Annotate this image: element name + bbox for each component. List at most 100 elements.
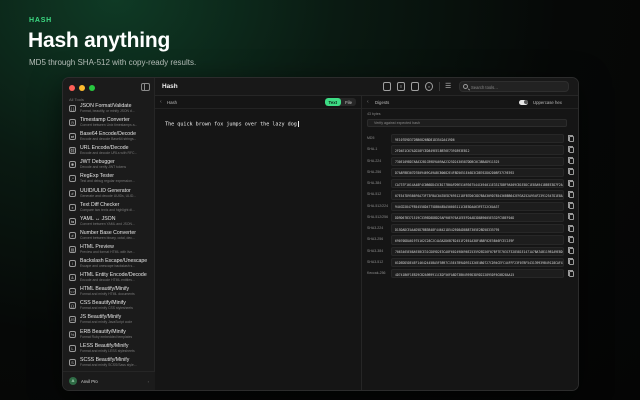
hash-value-field[interactable]: 01DEDD5DE4EF14642445BA5F5B97C15E47B9AD93… (391, 257, 564, 268)
hash-value-field[interactable]: 944CD2847FB54558D4775DB0485A50003111C8E5… (391, 201, 564, 211)
sidebar-tool-item[interactable]: JS JS Beautify/Minify Format and minify Ja… (67, 313, 153, 327)
tool-description: Encode and decode Base64 strings... (80, 137, 137, 142)
copy-icon[interactable] (568, 134, 574, 142)
hash-value-field[interactable]: D7A8FBB307D7809469CA9ABCB0082E4F8D5651E4… (391, 167, 564, 178)
sidebar: All Tools { } JSON Format/Validate Format,… (63, 78, 155, 390)
page-title: Hash (162, 83, 178, 90)
chevron-left-icon[interactable]: ‹ (160, 99, 162, 105)
tool-icon: ✱ (69, 161, 76, 169)
tool-description: Encode and decode URLs with RFC... (80, 151, 138, 156)
copy-icon[interactable] (568, 145, 574, 153)
tool-description: Compare two texts and highlight di... (80, 207, 135, 212)
hash-value-field[interactable]: DD9D67B371519C339ED8DBD25AF90E976A1EEEFD… (391, 212, 564, 223)
folder-icon[interactable] (411, 82, 419, 91)
hash-value-field[interactable]: D15DADCEAA4D5D7BB3B48F446421D542E08AD888… (391, 224, 564, 234)
tool-icon: # (69, 189, 76, 197)
sidebar-tool-item[interactable]: % ERB Beautify/Minify Format Ruby embedded… (67, 328, 153, 342)
sidebar-tool-item[interactable]: ⇄ Base64 Encode/Decode Encode and decode B… (67, 130, 153, 144)
sidebar-tool-item[interactable]: {} CSS Beautify/Minify Format and minify C… (67, 299, 153, 313)
hash-value: 7063465E08A93BCE31CD89D2E3CA8F602498696E… (395, 250, 564, 255)
sidebar-tool-item[interactable]: S SCSS Beautify/Minify Format and minify S… (67, 356, 153, 370)
tool-icon: # (69, 231, 76, 239)
sidebar-tool-item[interactable]: ⇆ YAML ↔ JSON Convert between YAML and JSO… (67, 215, 153, 229)
uppercase-toggle[interactable] (519, 99, 528, 105)
sidebar-toggle-icon[interactable] (141, 83, 150, 91)
copy-icon[interactable] (568, 224, 574, 232)
tool-text: CSS Beautify/Minify Format and minify CSS… (80, 300, 133, 310)
copy-icon[interactable] (568, 258, 574, 266)
verify-input[interactable] (367, 119, 567, 127)
hash-value: 07E547D9586F6A73F73FBAC0435ED76951218FB7… (395, 193, 563, 198)
mode-text-button[interactable]: Text (324, 98, 342, 106)
output-label: Digests (375, 100, 390, 105)
algorithm-label: SHA-512 (367, 192, 382, 197)
tool-text: JS Beautify/Minify Format and minify Java… (80, 314, 132, 324)
search-input[interactable] (471, 83, 566, 91)
sidebar-tool-item[interactable]: .* RegExp Tester Test and debug regular ex… (67, 172, 153, 186)
tool-text: Backslash Escape/Unescape Escape and unes… (80, 258, 147, 268)
tool-icon: ± (69, 203, 76, 211)
copy-icon[interactable] (568, 168, 574, 176)
sidebar-tool-item[interactable]: L LESS Beautify/Minify Format and minify L… (67, 342, 153, 356)
algorithm-label: SHA3-384 (367, 248, 384, 253)
hash-value-field[interactable]: 2FD4E1C67A2D28FCED849EE1BB76E7391B93EB12 (391, 145, 564, 155)
sidebar-tool-item[interactable]: # UUID/ULID Generator Generate and decode … (67, 187, 153, 201)
hash-row: SHA-1 2FD4E1C67A2D28FCED849EE1BB76E7391B9… (367, 144, 574, 155)
copy-icon[interactable] (568, 213, 574, 221)
hash-value-field[interactable]: 730E109BD7A8A32B1CB9D9A09AA2325D2430587D… (391, 156, 564, 166)
zoom-window-button[interactable] (89, 85, 95, 91)
chevron-left-icon[interactable]: ‹ (367, 99, 369, 105)
tool-icon: ◷ (69, 119, 76, 127)
sidebar-tool-item[interactable]: \ Backslash Escape/Unescape Escape and une… (67, 257, 153, 271)
close-window-button[interactable] (69, 85, 75, 91)
copy-icon[interactable] (568, 157, 574, 164)
hash-value: 2FD4E1C67A2D28FCED849EE1BB76E7391B93EB12 (395, 148, 470, 153)
sidebar-tool-item[interactable]: <> HTML Beautify/Minify Format and minify … (67, 285, 153, 299)
hash-value-field[interactable]: 07E547D9586F6A73F73FBAC0435ED76951218FB7… (391, 190, 564, 200)
sidebar-tool-item[interactable]: & HTML Entity Encode/Decode Encode and dec… (67, 271, 153, 285)
hash-value-field[interactable]: 69070DDA01975162C28C2C4A3A2D6B7B2451F2E6… (391, 235, 564, 245)
copy-icon[interactable] (568, 179, 574, 187)
algorithm-label: Keccak-256 (367, 271, 386, 276)
copy-icon[interactable] (568, 202, 574, 209)
tool-description: Decode and verify JWT tokens (80, 165, 127, 170)
copy-icon[interactable] (568, 269, 574, 277)
user-bar[interactable]: A Anvil Pro › (63, 371, 155, 390)
minimize-window-button[interactable] (79, 85, 85, 91)
sidebar-tool-item[interactable]: ⛓ URL Encode/Decode Encode and decode URLs… (67, 144, 153, 158)
mode-file-button[interactable]: File (341, 98, 356, 106)
sidebar-tool-item[interactable]: # Number Base Converter Convert between bi… (67, 229, 153, 243)
list-icon[interactable]: ☰ (445, 82, 451, 91)
tool-text: SCSS Beautify/Minify Format and minify SC… (80, 357, 137, 367)
tool-description: Encode and decode HTML entities... (80, 278, 135, 283)
input-value: The quick brown fox jumps over the lazy … (165, 121, 297, 128)
copy-icon[interactable] (568, 235, 574, 243)
copy-icon[interactable] (568, 247, 574, 254)
tool-icon: \ (69, 260, 76, 268)
sidebar-tool-item[interactable]: ✱ JWT Debugger Decode and verify JWT token… (67, 158, 153, 172)
hash-value-field[interactable]: 7063465E08A93BCE31CD89D2E3CA8F602498696E… (391, 246, 564, 256)
tool-description: Format and minify HTML documents (80, 292, 135, 297)
sidebar-tool-item[interactable]: { } JSON Format/Validate Format, beautify,… (67, 102, 153, 116)
sidebar-tool-item[interactable]: ▤ HTML Preview Preview and format HTML wit… (67, 243, 153, 257)
sidebar-tool-item[interactable]: ± Text Diff Checker Compare two texts and … (67, 201, 153, 215)
copy-icon[interactable] (568, 190, 574, 198)
hash-value-field[interactable]: CA737F1014A48F4C0B6DD43CB177B0AFD9E51693… (391, 179, 564, 189)
hash-value-field[interactable]: 4D741B6F1EB29CB2A9B9911C82F56FA8D73B0495… (391, 269, 564, 279)
tool-description: Convert between binary, octal, dec... (80, 235, 135, 240)
document-icon[interactable]: ≡ (397, 82, 405, 91)
mode-switch: Text File (324, 98, 356, 106)
input-editor[interactable]: The quick brown fox jumps over the lazy … (165, 121, 299, 128)
sidebar-tool-item[interactable]: ◷ Timestamp Converter Convert between Unix… (67, 116, 153, 130)
tool-description: Format and minify CSS stylesheets (80, 306, 133, 311)
tool-text: URL Encode/Decode Encode and decode URLs … (80, 145, 137, 155)
tool-text: LESS Beautify/Minify Format and minify LE… (80, 343, 135, 353)
hash-value-field[interactable]: 9E107D9D372BB6826BD81D3542A419D6 (391, 134, 564, 144)
clipboard-icon[interactable] (383, 82, 391, 91)
clear-icon[interactable]: × (425, 82, 433, 91)
tool-icon: JS (69, 316, 76, 324)
tool-name: ERB Beautify/Minify (80, 328, 126, 335)
algorithm-label: SHA3-512 (367, 259, 384, 264)
algorithm-label: SHA3-224 (367, 226, 384, 231)
hero-eyebrow: HASH (29, 17, 53, 24)
